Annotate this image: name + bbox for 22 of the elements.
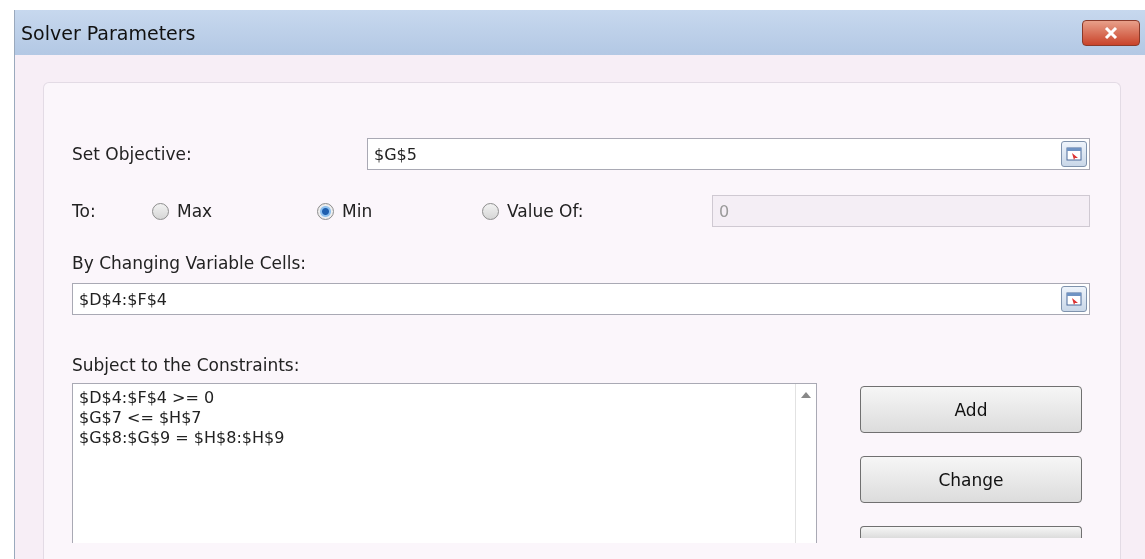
constraint-item[interactable]: $G$8:$G$9 = $H$8:$H$9 [79, 428, 285, 448]
range-select-icon[interactable] [1061, 286, 1087, 312]
radio-option[interactable]: Min [317, 201, 482, 221]
scroll-up-icon[interactable] [801, 392, 811, 398]
constraint-item[interactable]: $D$4:$F$4 >= 0 [79, 388, 285, 408]
field-label: Set Objective: [72, 144, 193, 164]
field-label: Subject to the Constraints: [72, 355, 301, 375]
close-icon [1104, 26, 1118, 39]
close-button[interactable] [1082, 19, 1140, 46]
variable-cells-field[interactable]: $D$4:$F$4 [72, 283, 1090, 315]
field-label: By Changing Variable Cells: [72, 253, 308, 273]
constraint-item[interactable]: $G$7 <= $H$7 [79, 408, 285, 428]
objective-field[interactable]: $G$5 [367, 138, 1090, 170]
range-select-icon[interactable] [1061, 141, 1087, 167]
action-button[interactable]: Add [860, 386, 1082, 433]
window-title: Solver Parameters [21, 21, 196, 44]
radio-option[interactable]: Value Of: [482, 201, 712, 221]
action-button[interactable]: Change [860, 456, 1082, 503]
constraints-list[interactable]: $D$4:$F$4 >= 0 $G$7 <= $H$7 $G$8:$G$9 = $H$8:$H$9 [72, 383, 817, 543]
field-label: To: [72, 201, 97, 221]
action-button[interactable] [860, 526, 1082, 538]
radio-option[interactable]: Max [152, 201, 317, 221]
